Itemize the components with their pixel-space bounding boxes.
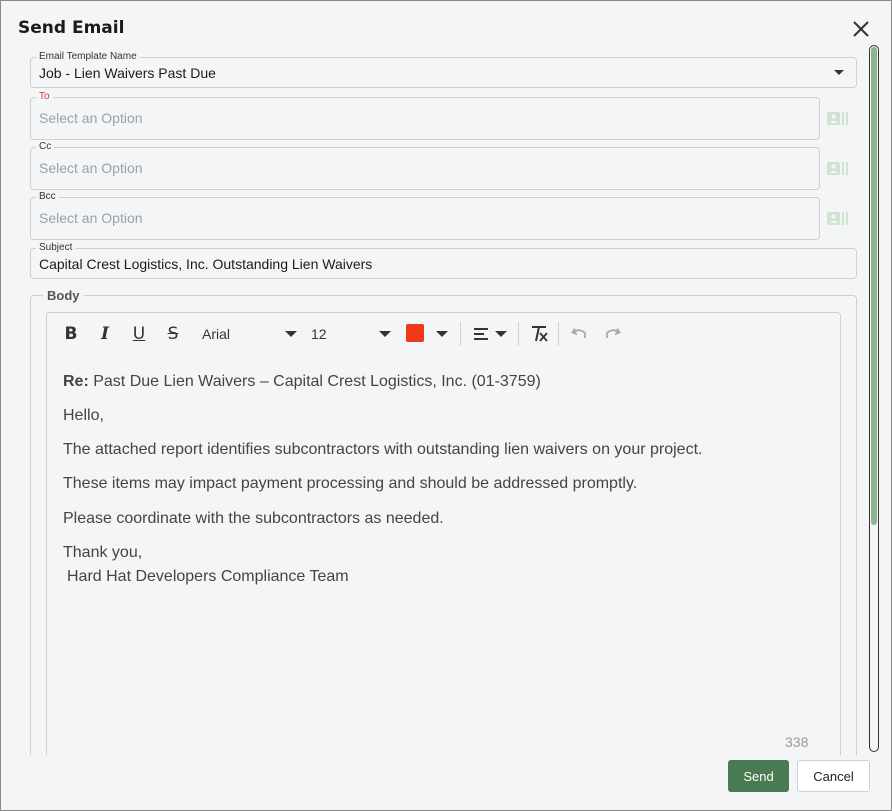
- re-text: Past Due Lien Waivers – Capital Crest Lo…: [88, 373, 541, 390]
- body-legend: Body: [43, 288, 84, 303]
- strikethrough-button[interactable]: S: [163, 323, 183, 345]
- font-family-select[interactable]: Arial: [202, 323, 297, 345]
- chevron-down-icon: [379, 331, 391, 337]
- cc-label: Cc: [36, 141, 55, 153]
- redo-icon[interactable]: [602, 323, 624, 345]
- underline-button[interactable]: U: [129, 323, 149, 345]
- font-size-select[interactable]: 12: [311, 323, 391, 345]
- toolbar-divider: [518, 322, 519, 346]
- bcc-label: Bcc: [36, 191, 59, 203]
- clear-format-icon[interactable]: [528, 323, 550, 345]
- send-email-dialog: Send Email Email Template Name Job - Lie…: [0, 0, 892, 811]
- contact-card-icon[interactable]: [827, 211, 849, 227]
- bcc-placeholder: Select an Option: [39, 210, 143, 226]
- body-line-2: These items may impact payment processin…: [63, 475, 638, 492]
- font-family-value: Arial: [202, 326, 231, 342]
- toolbar-divider: [460, 322, 461, 346]
- align-left-icon: [474, 328, 507, 340]
- send-button[interactable]: Send: [728, 760, 789, 792]
- undo-icon[interactable]: [568, 323, 590, 345]
- to-label: To: [36, 91, 53, 103]
- character-count: 338: [785, 734, 809, 750]
- to-placeholder: Select an Option: [39, 110, 143, 126]
- closing-line: Thank you,: [63, 544, 143, 561]
- bold-button[interactable]: B: [61, 323, 81, 345]
- dialog-title: Send Email: [18, 18, 125, 38]
- email-template-select[interactable]: Email Template Name Job - Lien Waivers P…: [30, 51, 857, 88]
- editor-toolbar: B I U S Arial 12: [47, 313, 840, 355]
- bcc-field[interactable]: Bcc Select an Option: [30, 191, 820, 240]
- re-line: Re: Past Due Lien Waivers – Capital Cres…: [63, 373, 541, 391]
- font-size-value: 12: [311, 326, 327, 342]
- cc-field[interactable]: Cc Select an Option: [30, 141, 820, 190]
- cc-placeholder: Select an Option: [39, 160, 143, 176]
- cancel-button[interactable]: Cancel: [797, 760, 870, 792]
- toolbar-divider: [558, 322, 559, 346]
- to-field[interactable]: To Select an Option: [30, 91, 820, 140]
- chevron-down-icon: [834, 70, 844, 75]
- re-label: Re:: [63, 373, 89, 390]
- close-icon[interactable]: [850, 18, 872, 40]
- signature-line: Hard Hat Developers Compliance Team: [67, 568, 349, 585]
- contact-card-icon[interactable]: [827, 111, 849, 127]
- scrollbar-thumb[interactable]: [871, 47, 877, 525]
- rich-text-editor[interactable]: B I U S Arial 12 Re: Past Due Lien Waive…: [46, 312, 841, 755]
- chevron-down-icon[interactable]: [436, 331, 448, 337]
- body-line-3: Please coordinate with the subcontractor…: [63, 510, 444, 527]
- contact-card-icon[interactable]: [827, 161, 849, 177]
- italic-button[interactable]: I: [95, 323, 115, 345]
- text-color-swatch[interactable]: [406, 324, 424, 342]
- chevron-down-icon: [285, 331, 297, 337]
- align-dropdown[interactable]: [471, 323, 511, 345]
- email-template-value: Job - Lien Waivers Past Due: [39, 65, 216, 81]
- subject-value: Capital Crest Logistics, Inc. Outstandin…: [39, 256, 373, 272]
- body-line-1: The attached report identifies subcontra…: [63, 441, 703, 458]
- dialog-scrollbar[interactable]: [869, 45, 879, 752]
- subject-input[interactable]: Subject Capital Crest Logistics, Inc. Ou…: [30, 242, 857, 279]
- greeting-line: Hello,: [63, 407, 104, 424]
